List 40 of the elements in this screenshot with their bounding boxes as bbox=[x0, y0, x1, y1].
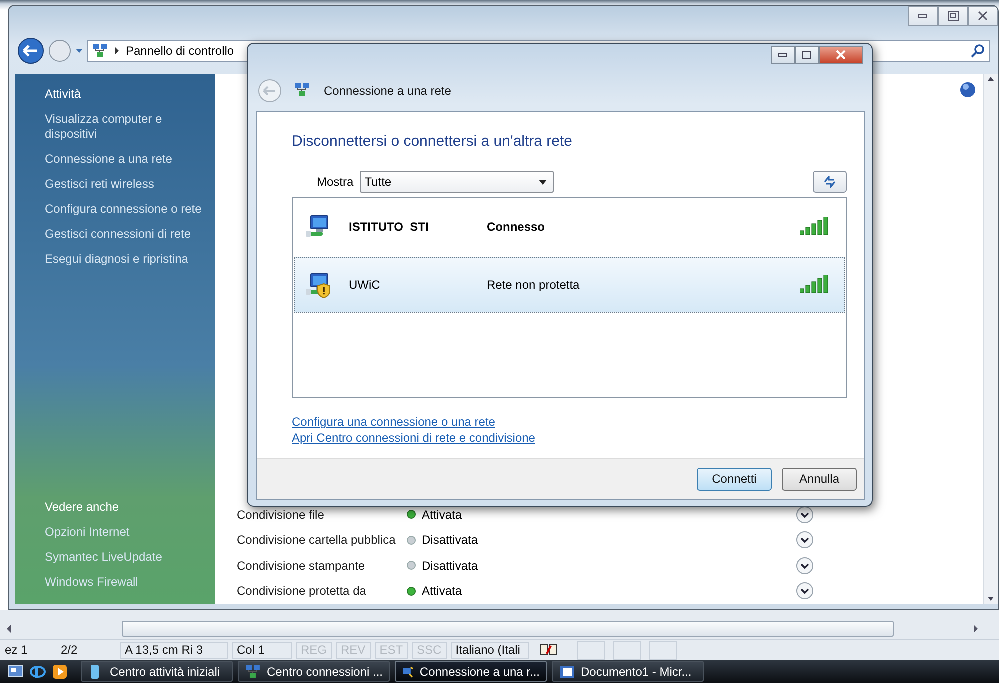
network-status: Rete non protetta bbox=[487, 278, 580, 292]
status-text: Attivata bbox=[422, 508, 462, 522]
taskbar-button[interactable]: Documento1 - Micr... bbox=[552, 661, 704, 682]
network-status: Connesso bbox=[487, 220, 546, 234]
network-item[interactable]: UWiC Rete non protetta bbox=[294, 257, 845, 313]
sidebar-link[interactable]: Gestisci reti wireless bbox=[45, 177, 154, 192]
sidebar-heading: Attività bbox=[45, 87, 82, 102]
sidebar-link[interactable]: Configura connessione o rete bbox=[45, 202, 202, 217]
setting-label: Condivisione file bbox=[237, 508, 326, 522]
link[interactable]: Apri Centro connessioni di rete e condivisione bbox=[292, 431, 536, 445]
taskbar-button[interactable]: Centro attività iniziali bbox=[81, 661, 233, 682]
dialog-title: Connessione a una rete bbox=[324, 84, 452, 98]
dialog-heading: Disconnettersi o connettersi a un'altra rete bbox=[292, 133, 574, 150]
filter-label: Mostra bbox=[317, 175, 354, 189]
setting-label: Condivisione protetta da bbox=[237, 584, 368, 598]
status-item: A 13,5 cm Ri 3 bbox=[120, 642, 228, 659]
taskbar-button[interactable]: Connessione a una r... bbox=[395, 661, 547, 682]
status-item: 2/2 bbox=[60, 642, 79, 659]
sidebar-link[interactable]: Connessione a una rete bbox=[45, 152, 172, 167]
status-text: Disattivata bbox=[422, 533, 478, 548]
status-item: ez 1 bbox=[4, 642, 29, 659]
sidebar-link[interactable]: Gestisci connessioni di rete bbox=[45, 227, 192, 242]
network-name: UWiC bbox=[349, 278, 382, 292]
status-text: Attivata bbox=[422, 584, 462, 598]
taskbar-button[interactable]: Centro connessioni ... bbox=[238, 661, 390, 682]
status-item: Col 1 bbox=[232, 642, 292, 659]
status-item: Italiano (Itali bbox=[450, 642, 529, 659]
sidebar-link[interactable]: Esegui diagnosi e ripristina bbox=[45, 252, 188, 267]
address-text: Pannello di controllo bbox=[126, 44, 234, 58]
link[interactable]: Configura una connessione o una rete bbox=[292, 415, 496, 429]
setting-label: Condivisione cartella pubblica bbox=[237, 533, 397, 548]
status-text: Disattivata bbox=[422, 558, 478, 573]
filter-dropdown[interactable]: Tutte bbox=[360, 171, 554, 193]
sidebar-heading: Vedere anche bbox=[45, 500, 120, 515]
connect-button[interactable]: Connetti bbox=[697, 468, 772, 490]
setting-label: Condivisione stampante bbox=[237, 558, 366, 573]
network-item[interactable]: ISTITUTO_STI Connesso bbox=[294, 200, 845, 254]
sidebar-link[interactable]: Visualizza computer e dispositivi bbox=[45, 112, 210, 142]
network-name: ISTITUTO_STI bbox=[349, 220, 430, 234]
cancel-button[interactable]: Annulla bbox=[782, 468, 857, 490]
